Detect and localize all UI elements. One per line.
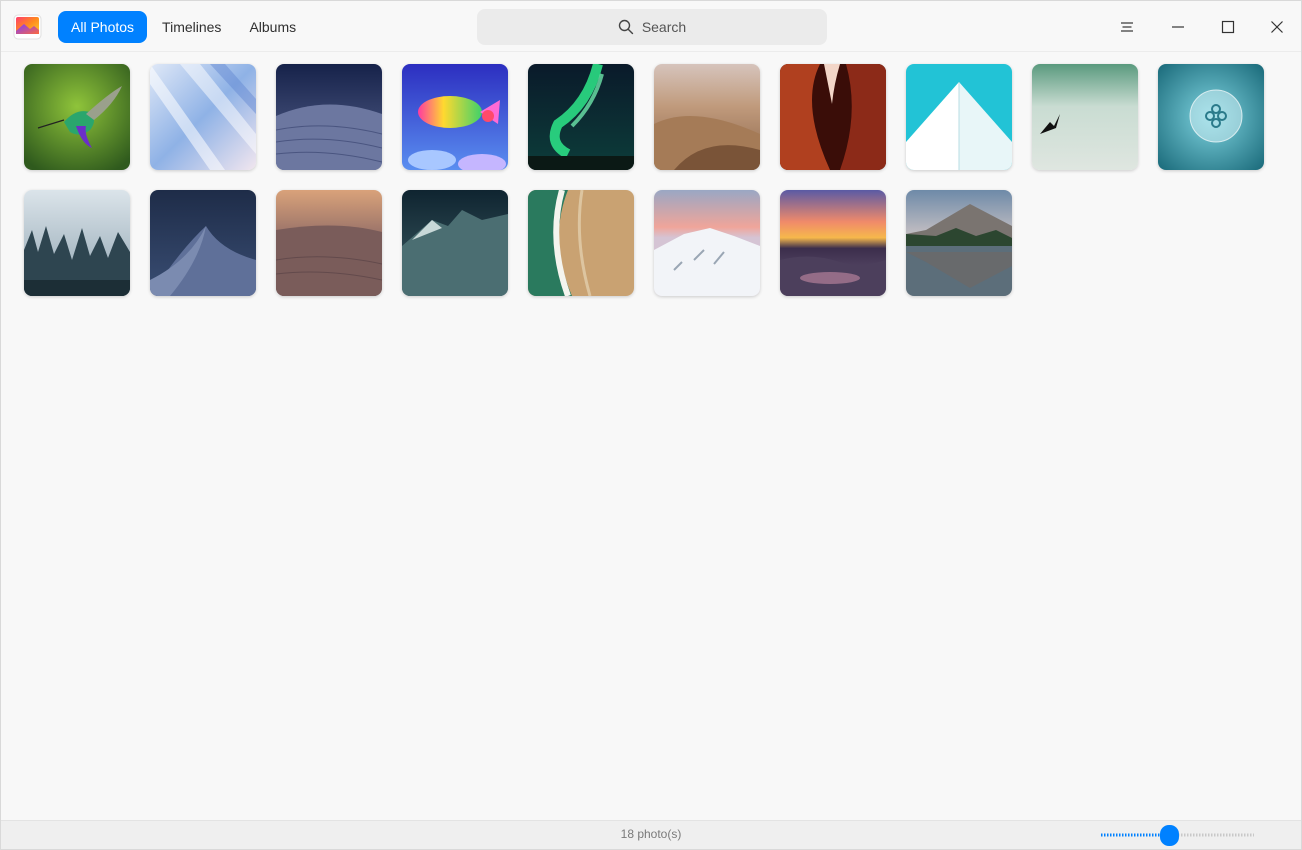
app-logo-icon: [13, 12, 42, 41]
close-button[interactable]: [1259, 9, 1295, 45]
photo-grid: [24, 64, 1284, 296]
maximize-button[interactable]: [1210, 9, 1246, 45]
search-input[interactable]: Search: [477, 9, 827, 45]
photo-thumbnail-rainbow-fish[interactable]: [402, 64, 508, 170]
photo-thumbnail-light-streaks[interactable]: [150, 64, 256, 170]
photo-thumbnail-aurora[interactable]: [528, 64, 634, 170]
status-bar: 18 photo(s): [1, 820, 1301, 849]
tab-timelines[interactable]: Timelines: [149, 11, 234, 43]
photo-thumbnail-jellyfish[interactable]: [1158, 64, 1264, 170]
photo-thumbnail-night-dunes[interactable]: [276, 64, 382, 170]
menu-icon: [1121, 22, 1133, 32]
titlebar: All Photos Timelines Albums Search: [1, 1, 1301, 52]
photo-thumbnail-cloud-mountain[interactable]: [402, 190, 508, 296]
minimize-button[interactable]: [1160, 9, 1196, 45]
photo-thumbnail-bird-mist[interactable]: [1032, 64, 1138, 170]
photo-thumbnail-hummingbird[interactable]: [24, 64, 130, 170]
photo-thumbnail-misty-forest[interactable]: [24, 190, 130, 296]
search-placeholder: Search: [641, 19, 687, 35]
tab-all-photos[interactable]: All Photos: [58, 11, 148, 43]
zoom-slider[interactable]: [1101, 824, 1254, 846]
photo-thumbnail-sunset-dune[interactable]: [276, 190, 382, 296]
close-icon: [1271, 21, 1283, 33]
view-tabs: All Photos Timelines Albums: [58, 11, 311, 43]
photo-thumbnail-white-building[interactable]: [906, 64, 1012, 170]
photo-thumbnail-aerial-beach[interactable]: [528, 190, 634, 296]
tab-albums[interactable]: Albums: [236, 11, 309, 43]
minimize-icon: [1172, 26, 1184, 28]
photo-thumbnail-desert-dunes[interactable]: [654, 64, 760, 170]
photo-thumbnail-blue-dune[interactable]: [150, 190, 256, 296]
photo-thumbnail-snow-mountain[interactable]: [654, 190, 760, 296]
menu-button[interactable]: [1109, 9, 1145, 45]
maximize-icon: [1221, 20, 1235, 34]
photo-thumbnail-mountain-lake[interactable]: [906, 190, 1012, 296]
zoom-slider-handle: [1160, 825, 1179, 846]
photo-thumbnail-sunset-shore[interactable]: [780, 190, 886, 296]
photo-thumbnail-red-canyon[interactable]: [780, 64, 886, 170]
search-icon: [618, 19, 634, 35]
